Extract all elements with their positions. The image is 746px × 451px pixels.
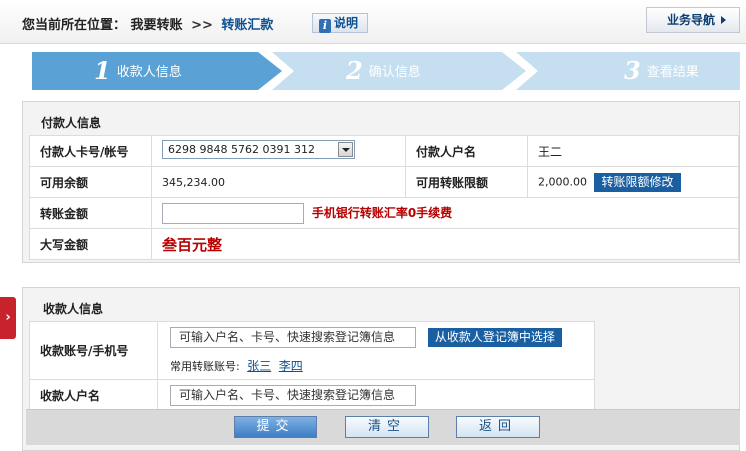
payee-panel-title: 收款人信息 <box>43 302 104 316</box>
table-row: 转账金额 手机银行转账汇率0手续费 <box>29 197 739 229</box>
payer-name-label: 付款人户名 <box>405 135 528 167</box>
balance-label: 可用余额 <box>29 166 152 198</box>
help-label: 说明 <box>334 16 359 30</box>
step-label: 确认信息 <box>368 65 421 80</box>
recent-accounts-label: 常用转账账号: <box>170 360 240 373</box>
capital-amount-label: 大写金额 <box>29 228 152 260</box>
amount-label: 转账金额 <box>29 197 152 229</box>
info-icon: i <box>319 19 331 33</box>
breadcrumb-parent[interactable]: 我要转账 <box>131 18 183 33</box>
step-label: 收款人信息 <box>116 65 182 80</box>
recent-contact-link[interactable]: 李四 <box>279 359 303 373</box>
payer-table: 付款人卡号/帐号 6298 9848 5762 0391 312 付款人户名 王… <box>29 135 739 260</box>
chevron-right-icon: › <box>5 310 11 325</box>
limit-cell: 2,000.00 转账限额修改 <box>527 166 739 198</box>
payer-card-label: 付款人卡号/帐号 <box>29 135 152 167</box>
payer-name-value: 王二 <box>527 135 739 167</box>
step-payee-info: 1 收款人信息 <box>32 52 282 90</box>
step-result: 3 查看结果 <box>516 52 740 90</box>
side-expand-tab[interactable]: › <box>0 297 16 339</box>
payee-name-input[interactable]: 可输入户名、卡号、快速搜索登记簿信息 <box>170 384 416 406</box>
capital-amount-value: 叁百元整 <box>162 235 223 254</box>
payer-panel: 付款人信息 付款人卡号/帐号 6298 9848 5762 0391 312 付… <box>22 101 740 263</box>
breadcrumb-separator: >> <box>191 18 213 33</box>
arrow-right-icon <box>721 16 727 24</box>
location-label: 您当前所在位置： <box>22 18 127 33</box>
step-confirm: 2 确认信息 <box>272 52 526 90</box>
submit-button[interactable]: 提交 <box>234 416 317 438</box>
balance-value: 345,234.00 <box>151 166 406 198</box>
table-row: 收款人户名 可输入户名、卡号、快速搜索登记簿信息 <box>29 379 595 411</box>
breadcrumb: 您当前所在位置： 我要转账 >> 转账汇款 <box>22 14 273 33</box>
table-row: 收款账号/手机号 可输入户名、卡号、快速搜索登记簿信息 从收款人登记簿中选择 常… <box>29 321 595 380</box>
payee-account-input[interactable]: 可输入户名、卡号、快速搜索登记簿信息 <box>170 327 416 348</box>
payee-name-cell: 可输入户名、卡号、快速搜索登记簿信息 <box>157 379 595 411</box>
amount-input[interactable] <box>162 202 304 224</box>
recent-contact-link[interactable]: 张三 <box>247 359 271 373</box>
action-bar: 提交 清空 返回 <box>26 409 740 445</box>
edit-limit-button[interactable]: 转账限额修改 <box>594 172 681 192</box>
select-from-registry-button[interactable]: 从收款人登记簿中选择 <box>427 328 562 347</box>
step-number: 1 <box>94 56 111 85</box>
capital-amount-cell: 叁百元整 <box>151 228 739 260</box>
payer-card-value: 6298 9848 5762 0391 312 <box>168 143 315 156</box>
back-button[interactable]: 返回 <box>456 416 540 438</box>
step-number: 3 <box>624 56 641 85</box>
business-nav-button[interactable]: 业务导航 <box>646 7 740 33</box>
business-nav-label: 业务导航 <box>667 13 716 27</box>
chevron-down-icon[interactable] <box>338 142 353 157</box>
header-bar: 您当前所在位置： 我要转账 >> 转账汇款 i 说明 业务导航 <box>0 0 746 44</box>
help-button[interactable]: i 说明 <box>312 13 368 33</box>
recent-accounts: 常用转账账号: 张三 李四 <box>170 357 594 374</box>
fee-note: 手机银行转账汇率0手续费 <box>311 205 453 220</box>
breadcrumb-current: 转账汇款 <box>221 18 274 33</box>
payer-card-cell: 6298 9848 5762 0391 312 <box>151 135 406 167</box>
table-row: 可用余额 345,234.00 可用转账限额 2,000.00 转账限额修改 <box>29 166 739 198</box>
limit-label: 可用转账限额 <box>405 166 528 198</box>
table-row: 付款人卡号/帐号 6298 9848 5762 0391 312 付款人户名 王… <box>29 135 739 167</box>
step-number: 2 <box>346 56 363 85</box>
step-label: 查看结果 <box>646 65 699 80</box>
table-row: 大写金额 叁百元整 <box>29 228 739 260</box>
progress-steps: 1 收款人信息 2 确认信息 3 查看结果 <box>32 52 740 90</box>
payer-panel-title: 付款人信息 <box>41 116 102 130</box>
amount-cell: 手机银行转账汇率0手续费 <box>151 197 739 229</box>
clear-button[interactable]: 清空 <box>345 416 429 438</box>
payee-account-cell: 可输入户名、卡号、快速搜索登记簿信息 从收款人登记簿中选择 常用转账账号: 张三… <box>157 321 595 380</box>
payee-name-label: 收款人户名 <box>29 379 158 411</box>
limit-value: 2,000.00 <box>538 175 587 188</box>
payee-account-label: 收款账号/手机号 <box>29 321 158 380</box>
payee-table: 收款账号/手机号 可输入户名、卡号、快速搜索登记簿信息 从收款人登记簿中选择 常… <box>29 321 595 411</box>
payer-card-select[interactable]: 6298 9848 5762 0391 312 <box>162 140 355 159</box>
